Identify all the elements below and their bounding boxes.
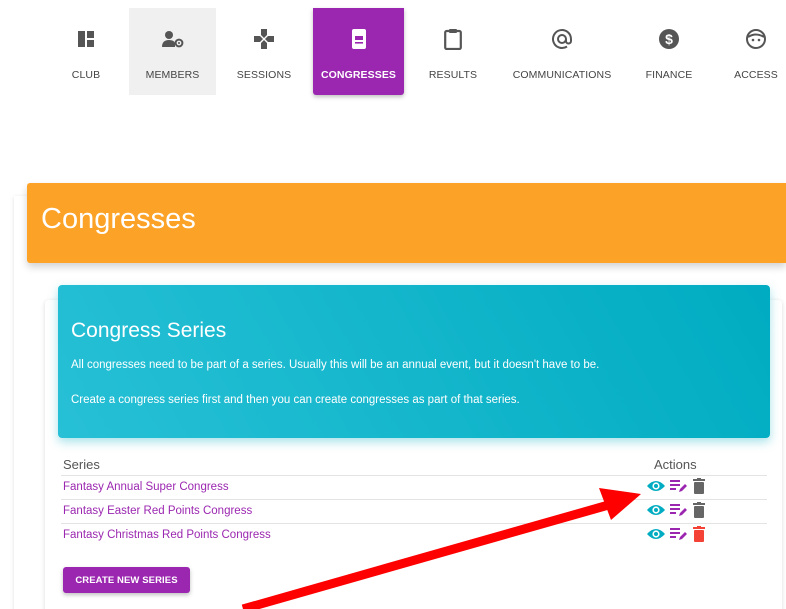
nav-congresses-label: CONGRESSES — [320, 69, 397, 81]
nav-sessions[interactable]: SESSIONS — [224, 8, 304, 95]
top-navigation: CLUB MEMBERS SESSIONS CONGRESSES RESULTS… — [0, 0, 786, 100]
nav-sessions-label: SESSIONS — [236, 69, 292, 81]
event-card-icon — [313, 28, 404, 50]
nav-members-label: MEMBERS — [145, 69, 200, 81]
col-header-actions: Actions — [654, 457, 697, 472]
dollar-circle-icon: $ — [631, 28, 707, 50]
view-icon[interactable] — [646, 527, 666, 546]
nav-results-label: RESULTS — [428, 69, 478, 81]
row-actions — [646, 477, 706, 499]
nav-finance[interactable]: $ FINANCE — [631, 8, 707, 95]
nav-club-label: CLUB — [71, 69, 101, 81]
nav-results[interactable]: RESULTS — [413, 8, 493, 95]
delete-icon[interactable] — [692, 501, 706, 523]
dashboard-icon — [46, 28, 126, 50]
clipboard-icon — [413, 28, 493, 50]
col-header-series: Series — [63, 457, 100, 472]
row-actions — [646, 525, 706, 547]
nav-access-label: ACCESS — [734, 69, 778, 81]
delete-icon[interactable] — [692, 477, 706, 499]
series-info-header: Congress Series All congresses need to b… — [58, 285, 770, 438]
nav-congresses[interactable]: CONGRESSES — [313, 8, 404, 95]
series-title: Congress Series — [71, 319, 227, 342]
edit-icon[interactable] — [670, 479, 688, 498]
series-link[interactable]: Fantasy Annual Super Congress — [63, 481, 229, 493]
edit-icon[interactable] — [670, 503, 688, 522]
nav-access[interactable]: ACCESS — [726, 8, 786, 95]
edit-icon[interactable] — [670, 527, 688, 546]
nav-communications-label: COMMUNICATIONS — [512, 69, 612, 81]
page-header: Congresses — [27, 183, 786, 263]
table-row: Fantasy Annual Super Congress — [61, 475, 767, 499]
series-description-2: Create a congress series first and then … — [71, 394, 520, 406]
series-description-1: All congresses need to be part of a seri… — [71, 359, 600, 371]
nav-finance-label: FINANCE — [645, 69, 693, 81]
create-new-series-button[interactable]: CREATE NEW SERIES — [63, 567, 190, 593]
row-actions — [646, 501, 706, 523]
view-icon[interactable] — [646, 503, 666, 522]
page-title: Congresses — [41, 203, 196, 235]
series-link[interactable]: Fantasy Christmas Red Points Congress — [63, 529, 271, 541]
delete-icon[interactable] — [692, 525, 706, 547]
nav-communications[interactable]: COMMUNICATIONS — [508, 8, 616, 95]
series-link[interactable]: Fantasy Easter Red Points Congress — [63, 505, 252, 517]
gamepad-icon — [224, 28, 304, 50]
nav-members[interactable]: MEMBERS — [129, 8, 216, 95]
face-icon — [726, 28, 786, 50]
view-icon[interactable] — [646, 479, 666, 498]
table-row: Fantasy Christmas Red Points Congress — [61, 523, 767, 547]
table-row: Fantasy Easter Red Points Congress — [61, 499, 767, 523]
nav-club[interactable]: CLUB — [46, 8, 126, 95]
svg-text:$: $ — [665, 31, 673, 47]
at-sign-icon — [508, 28, 616, 50]
members-settings-icon — [129, 28, 216, 50]
